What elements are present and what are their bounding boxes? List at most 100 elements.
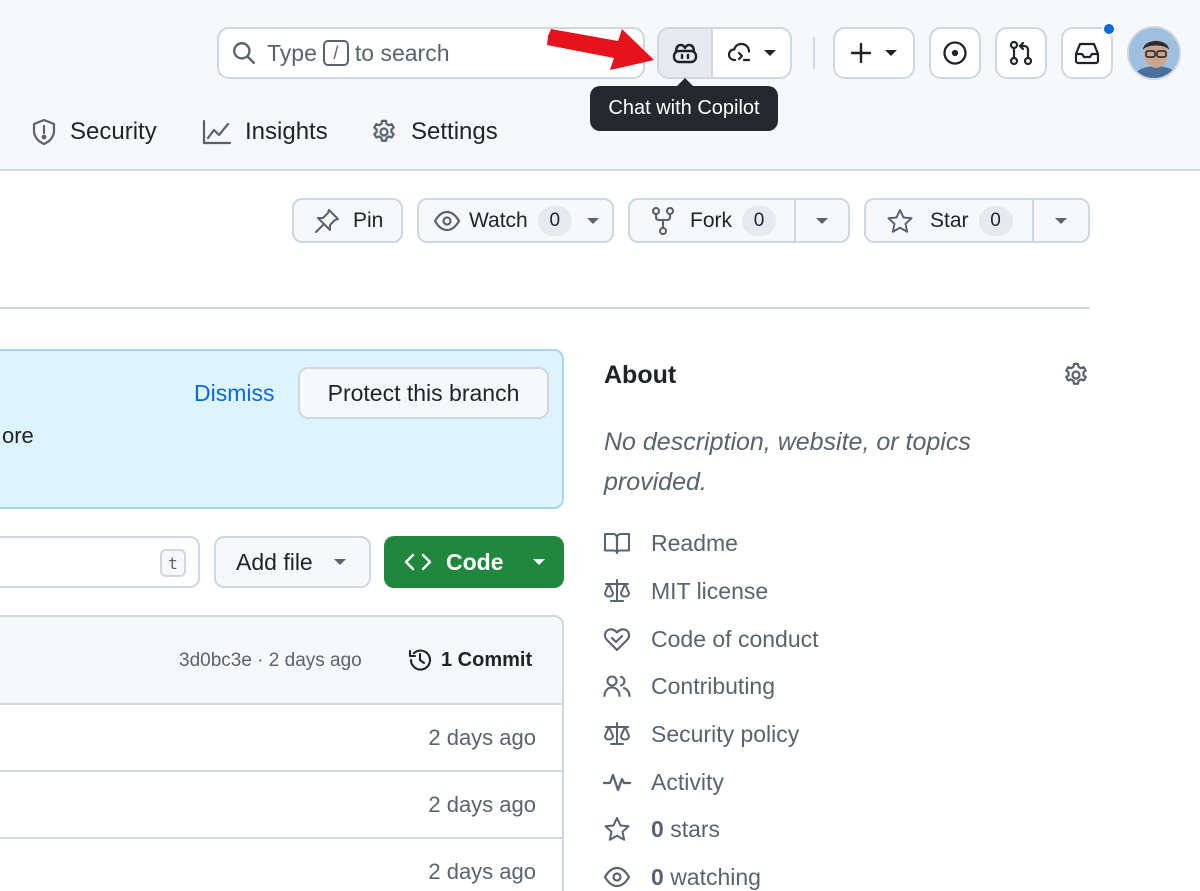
history-icon xyxy=(407,647,433,673)
eye-icon xyxy=(433,210,461,232)
add-file-label: Add file xyxy=(236,548,313,575)
chevron-down-icon xyxy=(532,557,546,567)
search-icon xyxy=(231,40,257,66)
file-age: 2 days ago xyxy=(428,725,536,750)
about-stars-link[interactable]: 0 stars xyxy=(603,814,720,844)
add-file-button[interactable]: Add file xyxy=(214,536,371,588)
about-contributing-label: Contributing xyxy=(651,672,776,699)
about-code-of-conduct-link[interactable]: Code of conduct xyxy=(603,624,819,654)
tab-settings[interactable]: Settings xyxy=(370,110,498,154)
star-label: Star xyxy=(930,208,969,232)
chevron-down-icon xyxy=(1054,216,1068,226)
commits-label: 1 Commit xyxy=(441,648,533,671)
banner-text: ore xyxy=(2,423,34,448)
copilot-tooltip: Chat with Copilot xyxy=(590,78,778,131)
commit-hash-time[interactable]: 3d0bc3e · 2 days ago xyxy=(179,650,362,672)
watch-button[interactable]: Watch 0 xyxy=(417,198,614,243)
people-icon xyxy=(603,673,631,699)
copilot-options-button[interactable] xyxy=(713,29,790,77)
about-watching-text: 0 watching xyxy=(651,864,761,891)
tab-security[interactable]: Security xyxy=(31,110,157,154)
table-row[interactable]: 2 days ago xyxy=(0,705,562,772)
go-to-file-input[interactable]: t xyxy=(0,536,200,588)
star-icon xyxy=(886,208,914,234)
about-security-policy-label: Security policy xyxy=(651,720,800,747)
eye-icon xyxy=(603,866,631,888)
fork-count: 0 xyxy=(742,205,776,236)
watching-count: 0 xyxy=(651,863,664,890)
pull-requests-button[interactable] xyxy=(995,27,1047,79)
chevron-down-icon xyxy=(586,216,600,226)
search-placeholder-suffix: to search xyxy=(354,39,450,66)
pin-icon xyxy=(314,208,340,234)
chevron-down-icon xyxy=(815,216,829,226)
about-readme-label: Readme xyxy=(651,529,738,556)
shield-icon xyxy=(31,118,57,146)
about-contributing-link[interactable]: Contributing xyxy=(603,671,775,701)
code-icon xyxy=(404,552,432,572)
about-license-link[interactable]: MIT license xyxy=(603,576,768,606)
tab-security-label: Security xyxy=(70,118,157,145)
gear-icon xyxy=(370,118,398,146)
code-label: Code xyxy=(446,548,504,575)
avatar[interactable] xyxy=(1127,26,1181,80)
law-icon xyxy=(603,577,631,605)
fork-label: Fork xyxy=(690,208,732,232)
about-activity-link[interactable]: Activity xyxy=(603,767,724,797)
code-of-conduct-icon xyxy=(603,626,631,652)
table-row[interactable]: 2 days ago xyxy=(0,839,562,891)
tab-insights-label: Insights xyxy=(245,118,328,145)
about-title: About xyxy=(604,361,677,389)
table-row[interactable]: 2 days ago xyxy=(0,772,562,839)
header-divider xyxy=(813,37,815,69)
star-dropdown-button[interactable] xyxy=(1032,200,1088,241)
about-readme-link[interactable]: Readme xyxy=(603,528,738,558)
law-icon xyxy=(603,720,631,748)
graph-icon xyxy=(202,119,232,145)
star-count: 0 xyxy=(978,205,1013,236)
star-button[interactable]: Star 0 xyxy=(864,198,1090,243)
about-settings-button[interactable] xyxy=(1062,361,1090,389)
search-placeholder-prefix: Type xyxy=(267,39,317,66)
fork-button[interactable]: Fork 0 xyxy=(628,198,850,243)
commits-link[interactable]: 1 Commit xyxy=(407,647,532,673)
plus-icon xyxy=(850,42,872,64)
tab-settings-label: Settings xyxy=(411,118,498,145)
dismiss-link[interactable]: Dismiss xyxy=(194,380,275,407)
notification-dot xyxy=(1102,22,1116,36)
tab-insights[interactable]: Insights xyxy=(202,110,328,154)
section-divider xyxy=(0,307,1090,309)
chevron-down-icon xyxy=(884,48,898,58)
inbox-icon xyxy=(1074,41,1100,65)
watch-label: Watch xyxy=(469,208,528,232)
file-age: 2 days ago xyxy=(428,792,536,817)
git-pull-request-icon xyxy=(1009,40,1033,66)
about-license-label: MIT license xyxy=(651,577,769,604)
annotation-arrow xyxy=(544,24,656,76)
about-description: No description, website, or topics provi… xyxy=(604,428,971,496)
copilot-chat-button[interactable] xyxy=(659,29,713,77)
search-shortcut-key: / xyxy=(322,40,349,66)
create-new-button[interactable] xyxy=(833,27,915,79)
file-table: 3d0bc3e · 2 days ago 1 Commit 2 days ago… xyxy=(0,615,564,891)
about-activity-label: Activity xyxy=(651,768,724,795)
about-code-of-conduct-label: Code of conduct xyxy=(651,625,819,652)
pin-button[interactable]: Pin xyxy=(292,198,403,243)
chevron-down-icon xyxy=(333,557,347,567)
stars-count: 0 xyxy=(651,815,664,842)
search-placeholder: Type / to search xyxy=(267,40,449,67)
about-stars-text: 0 stars xyxy=(651,816,720,843)
star-icon xyxy=(603,816,631,842)
protect-branch-button[interactable]: Protect this branch xyxy=(298,367,549,419)
repo-forked-icon xyxy=(652,206,674,235)
issues-button[interactable] xyxy=(929,27,981,79)
about-security-policy-link[interactable]: Security policy xyxy=(603,719,799,749)
about-watching-link[interactable]: 0 watching xyxy=(603,862,761,891)
pulse-icon xyxy=(603,770,631,794)
pin-label: Pin xyxy=(353,208,384,232)
fork-dropdown-button[interactable] xyxy=(794,200,848,241)
code-button[interactable]: Code xyxy=(384,536,564,588)
watching-label: watching xyxy=(670,863,761,890)
watch-count: 0 xyxy=(537,205,572,236)
copilot-icon xyxy=(671,40,699,66)
